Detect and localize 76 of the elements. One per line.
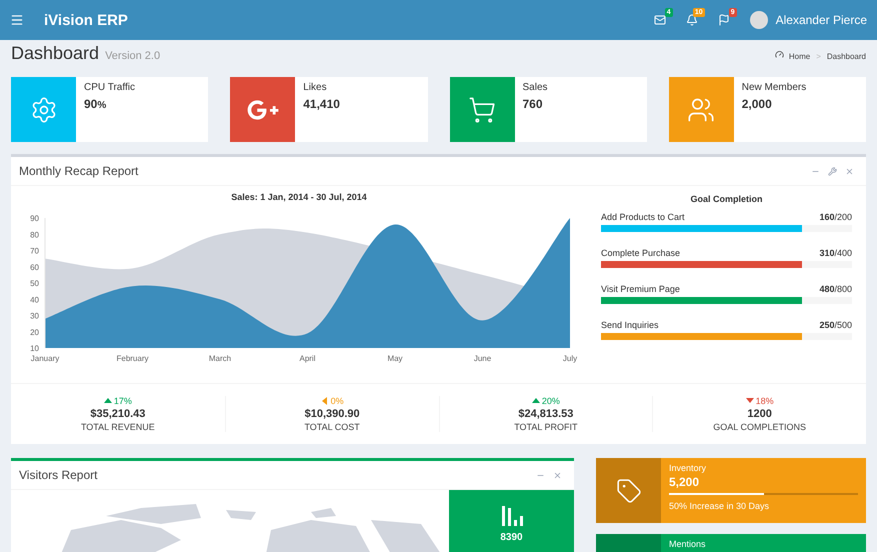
info-value: 41,410	[303, 97, 340, 111]
page-subtitle: Version 2.0	[105, 50, 162, 62]
stat-amount: $24,813.53	[518, 408, 574, 420]
axis-label: July	[562, 354, 578, 363]
user-avatar[interactable]	[750, 11, 768, 29]
info-value: 760	[522, 97, 544, 111]
axis-label: 70	[30, 246, 39, 256]
cart-icon	[468, 96, 496, 124]
wrench-icon[interactable]	[828, 166, 837, 176]
info-label: New Members	[742, 82, 806, 93]
mail-icon[interactable]	[654, 14, 666, 26]
axis-label: March	[208, 354, 232, 363]
axis-label: April	[300, 354, 316, 363]
goal-label: Send Inquiries	[601, 320, 659, 330]
left-arrow-icon	[320, 397, 329, 405]
chart-title: Sales: 1 Jan, 2014 - 30 Jul, 2014	[230, 192, 368, 202]
dashboard-icon	[774, 50, 784, 59]
panel-title: Visitors Report	[19, 468, 98, 482]
goal-label: Visit Premium Page	[601, 284, 680, 294]
up-arrow-icon	[532, 397, 540, 405]
percent-change: 18%	[746, 396, 774, 406]
stat-label: TOTAL COST	[304, 422, 360, 432]
close-icon[interactable]	[553, 470, 562, 480]
axis-label: 60	[30, 262, 39, 272]
axis-label: 20	[30, 328, 39, 337]
card-note: 50% Increase in 30 Days	[669, 501, 770, 511]
stat-label: GOAL COMPLETIONS	[713, 422, 806, 432]
stat-amount: 1200	[747, 408, 772, 420]
info-label: Sales	[522, 82, 548, 93]
tag-icon	[616, 478, 642, 504]
bell-icon[interactable]	[686, 14, 698, 26]
user-name[interactable]: Alexander Pierce	[776, 13, 867, 27]
goal-count: 480/800	[819, 284, 852, 294]
percent-change: 17%	[104, 396, 132, 406]
axis-label: January	[30, 354, 60, 363]
stat-label: TOTAL REVENUE	[80, 422, 155, 432]
axis-label: 40	[30, 295, 39, 304]
menu-icon[interactable]	[10, 13, 24, 27]
stat-label: TOTAL PROFIT	[514, 422, 578, 432]
stat-amount: $35,210.43	[90, 408, 146, 420]
visits-count: 8390	[500, 532, 523, 543]
stat-amount: $10,390.90	[304, 408, 360, 420]
axis-label: 30	[30, 312, 39, 320]
card-label: Inventory	[669, 463, 708, 473]
axis-label: 50	[30, 279, 39, 288]
goal-count: 160/200	[819, 212, 852, 222]
card-label: Mentions	[669, 539, 707, 549]
goal-count: 250/500	[819, 320, 852, 330]
panel-title: Monthly Recap Report	[19, 164, 140, 178]
axis-label: February	[116, 354, 148, 363]
axis-label: 80	[30, 230, 39, 240]
app-logo: iVision ERP	[44, 12, 129, 28]
page-title: Dashboard	[11, 43, 100, 64]
goal-count: 310/400	[819, 248, 852, 258]
down-arrow-icon	[746, 397, 754, 405]
axis-label: May	[387, 354, 403, 363]
info-value: 2,000	[742, 97, 773, 111]
close-icon[interactable]	[845, 166, 854, 176]
goal-label: Add Products to Cart	[601, 212, 685, 222]
axis-label: 10	[30, 344, 39, 353]
breadcrumb-separator: >	[816, 52, 821, 61]
card-value: 5,200	[669, 475, 700, 489]
goals-title: Goal Completion	[690, 194, 764, 204]
breadcrumb-link[interactable]: Home	[788, 52, 810, 61]
percent-change: 0%	[320, 396, 344, 406]
axis-label: June	[474, 354, 492, 363]
up-arrow-icon	[104, 397, 112, 405]
people-icon	[687, 96, 716, 124]
flag-icon[interactable]	[718, 14, 730, 26]
percent-change: 20%	[532, 396, 560, 406]
bar-chart-icon	[500, 504, 524, 526]
axis-label: 90	[30, 214, 39, 223]
info-label: Likes	[303, 82, 328, 93]
goal-label: Complete Purchase	[601, 248, 680, 258]
info-value: 90%	[84, 97, 108, 111]
info-label: CPU Traffic	[84, 82, 135, 93]
